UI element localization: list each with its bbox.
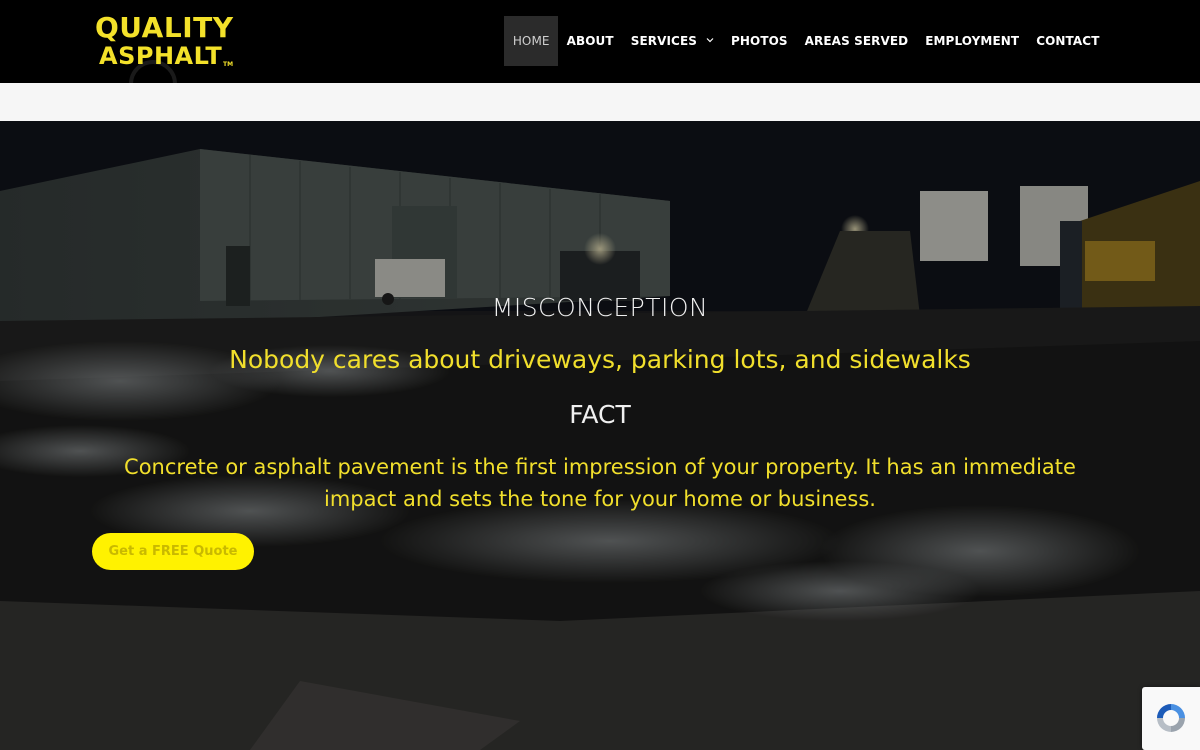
nav-areas-served[interactable]: AREAS SERVED: [796, 16, 917, 66]
main-nav: HOME ABOUT SERVICES PHOTOS AREAS SERVED …: [504, 16, 1108, 66]
quality-asphalt-logo[interactable]: QUALITY ASPHALT TM: [95, 11, 235, 108]
logo-trademark: TM: [223, 61, 234, 68]
hero-text-misconception: Nobody cares about driveways, parking lo…: [229, 345, 971, 374]
nav-photos[interactable]: PHOTOS: [722, 16, 796, 66]
logo-line-2: ASPHALT: [99, 42, 223, 70]
hero-heading-fact: FACT: [569, 400, 631, 429]
nav-home[interactable]: HOME: [504, 16, 559, 66]
hero-section: MISCONCEPTION Nobody cares about drivewa…: [0, 121, 1200, 750]
nav-services[interactable]: SERVICES: [622, 16, 722, 66]
nav-about[interactable]: ABOUT: [558, 16, 622, 66]
recaptcha-icon: [1157, 704, 1185, 732]
nav-services-label: SERVICES: [630, 34, 697, 48]
hero-text-fact: Concrete or asphalt pavement is the firs…: [124, 455, 1076, 511]
hero-overlay: [0, 121, 1200, 750]
recaptcha-badge[interactable]: [1142, 687, 1200, 750]
nav-employment[interactable]: EMPLOYMENT: [917, 16, 1028, 66]
site-header: QUALITY ASPHALT TM HOME ABOUT SERVICES P…: [0, 0, 1200, 108]
logo-line-1: QUALITY: [95, 11, 234, 44]
hero-heading-misconception: MISCONCEPTION: [491, 293, 709, 322]
nav-contact[interactable]: CONTACT: [1028, 16, 1108, 66]
get-free-quote-button[interactable]: Get a FREE Quote: [92, 533, 254, 570]
header-spacer-strip: [0, 83, 1200, 121]
chevron-down-icon: [706, 36, 714, 46]
